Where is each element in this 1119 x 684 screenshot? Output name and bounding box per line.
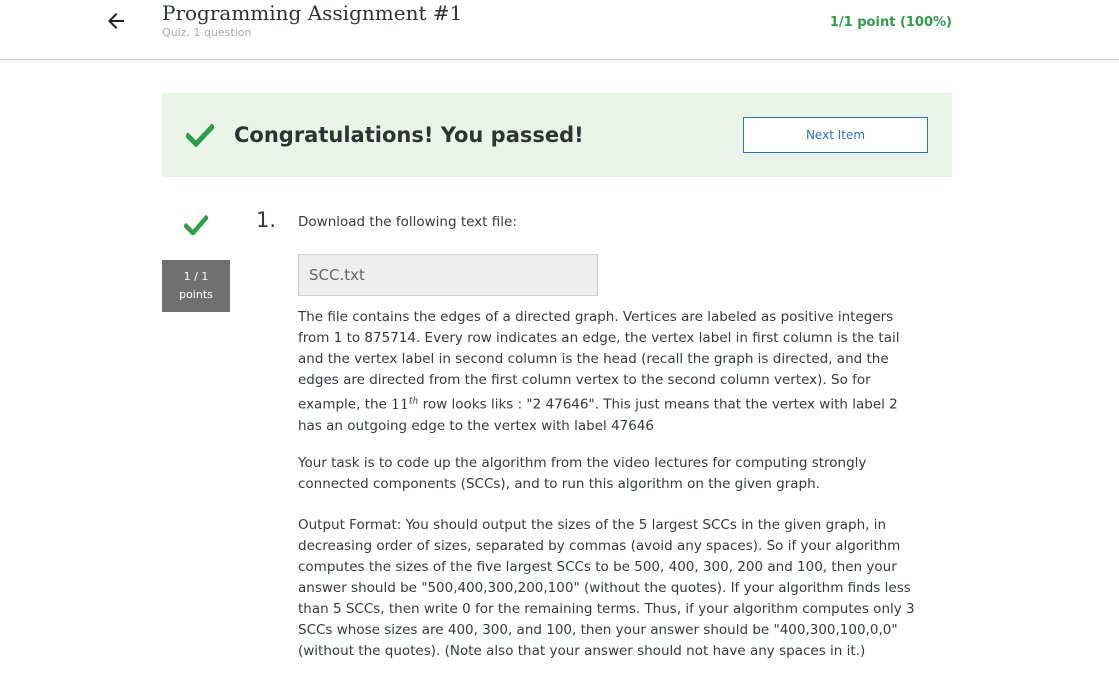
page-title: Programming Assignment #1 bbox=[162, 1, 463, 25]
success-banner: Congratulations! You passed! Next Item bbox=[162, 93, 952, 177]
question-prompt: Download the following text file: bbox=[298, 214, 517, 230]
arrow-left-icon[interactable] bbox=[104, 9, 128, 33]
question-number: 1. bbox=[256, 208, 277, 232]
math-expression: 11th bbox=[391, 396, 419, 413]
points-badge: 1 / 1 points bbox=[162, 260, 230, 312]
page-subtitle: Quiz, 1 question bbox=[162, 26, 252, 39]
points-label: points bbox=[179, 288, 213, 301]
file-download-link[interactable]: SCC.txt bbox=[298, 254, 598, 296]
checkmark-icon bbox=[186, 123, 214, 147]
quiz-header: Programming Assignment #1 Quiz, 1 questi… bbox=[0, 0, 1119, 60]
question-paragraph-3: Output Format: You should output the siz… bbox=[298, 517, 915, 659]
question-paragraph-2: Your task is to code up the algorithm fr… bbox=[298, 455, 867, 492]
math-superscript: th bbox=[408, 396, 419, 406]
next-item-button[interactable]: Next Item bbox=[743, 117, 928, 153]
points-value: 1 / 1 bbox=[183, 270, 209, 283]
checkmark-icon bbox=[184, 215, 208, 235]
math-base: 11 bbox=[391, 396, 409, 413]
question-paragraph-1: The file contains the edges of a directe… bbox=[298, 307, 916, 437]
score-summary: 1/1 point (100%) bbox=[829, 15, 952, 30]
banner-message: Congratulations! You passed! bbox=[234, 123, 584, 147]
